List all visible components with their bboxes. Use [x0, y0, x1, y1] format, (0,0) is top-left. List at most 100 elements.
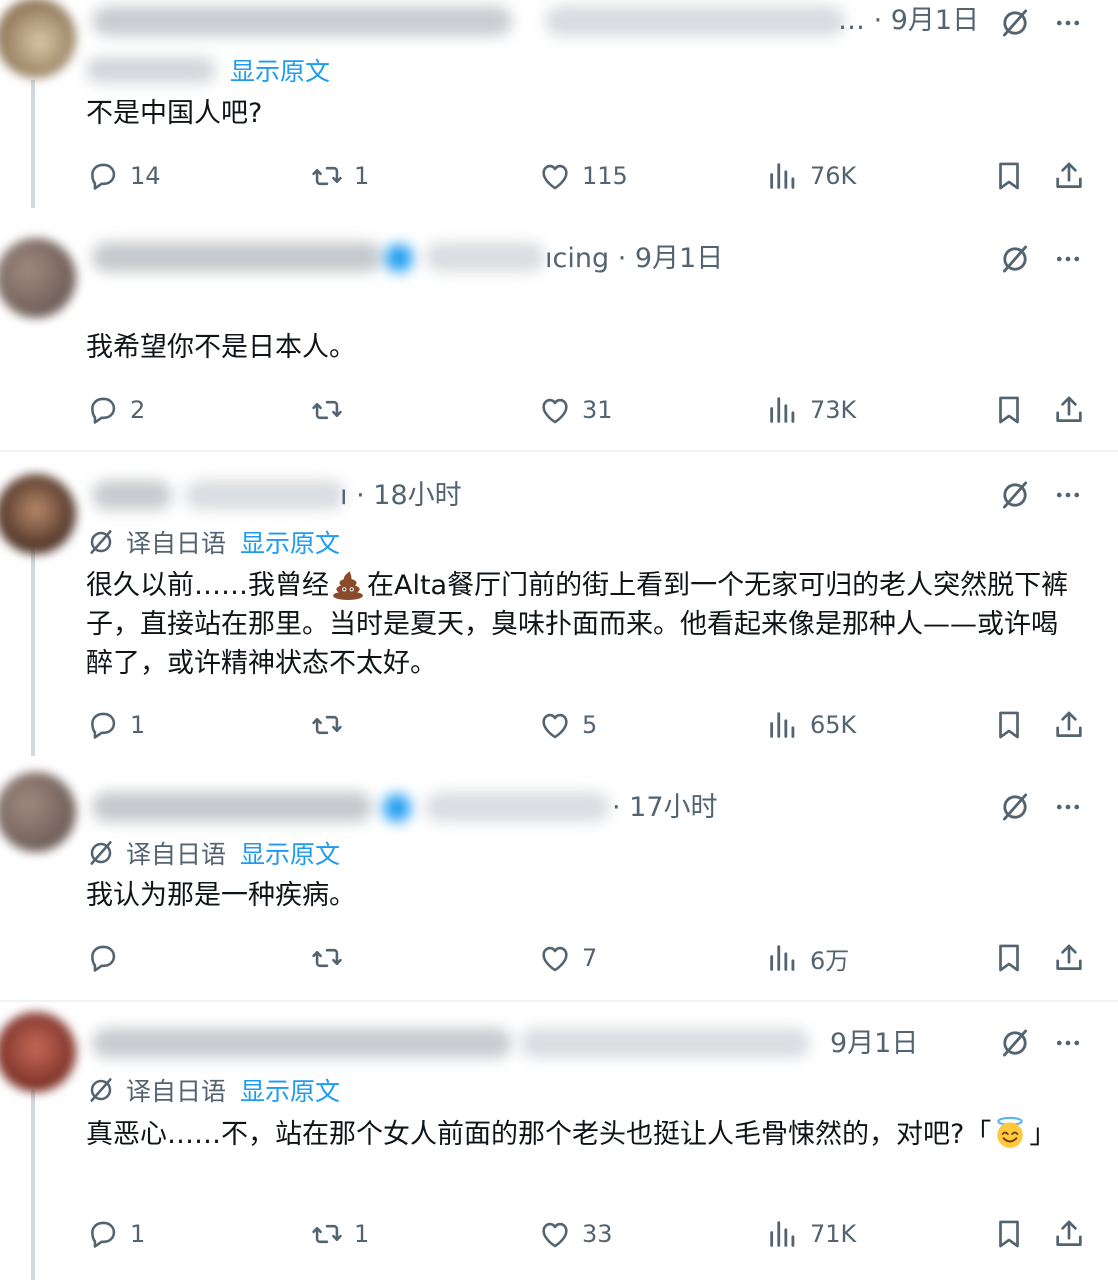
show-original-link[interactable]: 显示原文	[240, 835, 340, 871]
user-name[interactable]	[92, 792, 372, 822]
like-count: 31	[582, 396, 613, 424]
share-icon	[1052, 159, 1086, 193]
views-icon	[766, 159, 800, 193]
tweet-text: 不是中国人吧?	[86, 98, 263, 129]
more-icon[interactable]	[1053, 1026, 1083, 1060]
no-translate-icon[interactable]	[998, 790, 1032, 824]
more-icon[interactable]	[1053, 790, 1083, 824]
repost-button[interactable]	[310, 705, 354, 745]
tweet-2[interactable]: ıcing · 9月1日 我希望你不是日本人。 2 31 73K	[0, 220, 1118, 450]
translation-row: 译自日语 显示原文	[86, 833, 340, 873]
more-icon[interactable]	[1053, 478, 1083, 512]
translated-from-label: 译自日语	[126, 840, 227, 869]
action-bar: 1 5 65K	[0, 705, 1118, 745]
user-name[interactable]	[92, 6, 512, 36]
views-button[interactable]: 73K	[766, 390, 856, 430]
no-translate-icon[interactable]	[998, 6, 1032, 40]
tweet-text: 我希望你不是日本人。	[86, 332, 356, 363]
pile-of-poo-emoji-icon	[331, 567, 365, 601]
reply-icon	[86, 393, 120, 427]
user-handle[interactable]	[185, 480, 345, 510]
reply-button[interactable]: 1	[86, 1214, 145, 1254]
reply-button[interactable]: 1	[86, 705, 145, 745]
show-original-link[interactable]: 显示原文	[240, 524, 340, 560]
translated-from-label	[86, 57, 216, 83]
repost-button[interactable]	[310, 390, 354, 430]
share-button[interactable]	[1052, 390, 1086, 430]
tweet-time[interactable]: 9月1日	[830, 1023, 918, 1065]
reply-count: 2	[130, 396, 146, 424]
no-translate-icon[interactable]	[998, 1026, 1032, 1060]
user-handle[interactable]	[545, 6, 845, 36]
avatar[interactable]	[0, 772, 76, 852]
user-handle[interactable]	[425, 242, 545, 272]
show-original-link[interactable]: 显示原文	[240, 1072, 340, 1108]
no-translate-icon[interactable]	[998, 478, 1032, 512]
like-button[interactable]: 5	[538, 705, 597, 745]
reply-button[interactable]: 14	[86, 156, 161, 196]
avatar[interactable]	[0, 1012, 76, 1092]
user-handle[interactable]	[520, 1028, 810, 1058]
translation-row: 译自日语 显示原文	[86, 1070, 340, 1110]
tweet-time[interactable]: ıcing · 9月1日	[545, 238, 723, 280]
bookmark-icon	[992, 941, 1026, 975]
repost-button[interactable]: 1	[310, 1214, 369, 1254]
more-icon[interactable]	[1053, 6, 1083, 40]
bookmark-button[interactable]	[992, 1214, 1026, 1254]
bookmark-icon	[992, 1217, 1026, 1251]
avatar[interactable]	[0, 474, 76, 554]
more-icon[interactable]	[1053, 242, 1083, 276]
share-icon	[1052, 1217, 1086, 1251]
user-name[interactable]	[92, 1028, 512, 1058]
tweet-time[interactable]: ı · 18小时	[340, 475, 462, 517]
reply-icon	[86, 941, 120, 975]
bookmark-button[interactable]	[992, 705, 1026, 745]
share-button[interactable]	[1052, 1214, 1086, 1254]
tweet-time[interactable]: … · 9月1日	[838, 0, 979, 42]
tweet-time[interactable]: · 17小时	[612, 787, 718, 829]
tweet-text: 很久以前……我曾经 在Alta餐厅门前的街上看到一个无家可归的老人突然脱下裤子，直…	[86, 566, 1076, 683]
show-original-link[interactable]: 显示原文	[230, 52, 330, 88]
tweet-text: 我认为那是一种疾病。	[86, 880, 356, 911]
verified-badge-icon	[383, 794, 411, 822]
share-icon	[1052, 393, 1086, 427]
like-button[interactable]: 33	[538, 1214, 613, 1254]
view-count: 6万	[810, 946, 850, 975]
share-button[interactable]	[1052, 156, 1086, 196]
share-button[interactable]	[1052, 938, 1086, 978]
bookmark-button[interactable]	[992, 156, 1026, 196]
no-translate-icon[interactable]	[998, 242, 1032, 276]
tweet-5[interactable]: 9月1日 译自日语 显示原文 真恶心……不，站在那个女人前面的那个老头也挺让人毛…	[0, 1004, 1118, 1280]
reply-button[interactable]: 2	[86, 390, 145, 430]
repost-button[interactable]	[310, 938, 354, 978]
views-button[interactable]: 71K	[766, 1214, 856, 1254]
like-button[interactable]: 115	[538, 156, 628, 196]
repost-button[interactable]: 1	[310, 156, 369, 196]
tweet-3[interactable]: ı · 18小时 译自日语 显示原文 很久以前……我曾经 在Alta餐厅门前的街上…	[0, 456, 1118, 756]
views-button[interactable]: 65K	[766, 705, 856, 745]
avatar[interactable]	[0, 238, 76, 318]
bookmark-icon	[992, 708, 1026, 742]
reply-count: 14	[130, 162, 161, 190]
action-bar: 1 1 33 71K	[0, 1214, 1118, 1254]
views-button[interactable]: 6万	[766, 938, 849, 978]
user-handle[interactable]	[425, 792, 610, 822]
view-count: 76K	[810, 162, 857, 190]
bookmark-button[interactable]	[992, 390, 1026, 430]
tweet-4[interactable]: · 17小时 译自日语 显示原文 我认为那是一种疾病。 7 6万	[0, 768, 1118, 1000]
like-button[interactable]: 31	[538, 390, 613, 430]
tweet-1[interactable]: … · 9月1日 显示原文 不是中国人吧? 14 1 115 76K	[0, 0, 1118, 210]
user-name[interactable]	[92, 242, 382, 272]
avatar[interactable]	[0, 0, 76, 78]
bookmark-icon	[992, 393, 1026, 427]
like-count: 115	[582, 162, 628, 190]
repost-count: 1	[354, 162, 370, 190]
bookmark-button[interactable]	[992, 938, 1026, 978]
share-button[interactable]	[1052, 705, 1086, 745]
user-name[interactable]	[92, 480, 172, 510]
reply-button[interactable]	[86, 938, 130, 978]
views-button[interactable]: 76K	[766, 156, 856, 196]
repost-icon	[310, 159, 344, 193]
like-button[interactable]: 7	[538, 938, 597, 978]
tweet-text: 真恶心……不，站在那个女人前面的那个老头也挺让人毛骨悚然的，对吧?「」	[86, 1115, 1086, 1154]
